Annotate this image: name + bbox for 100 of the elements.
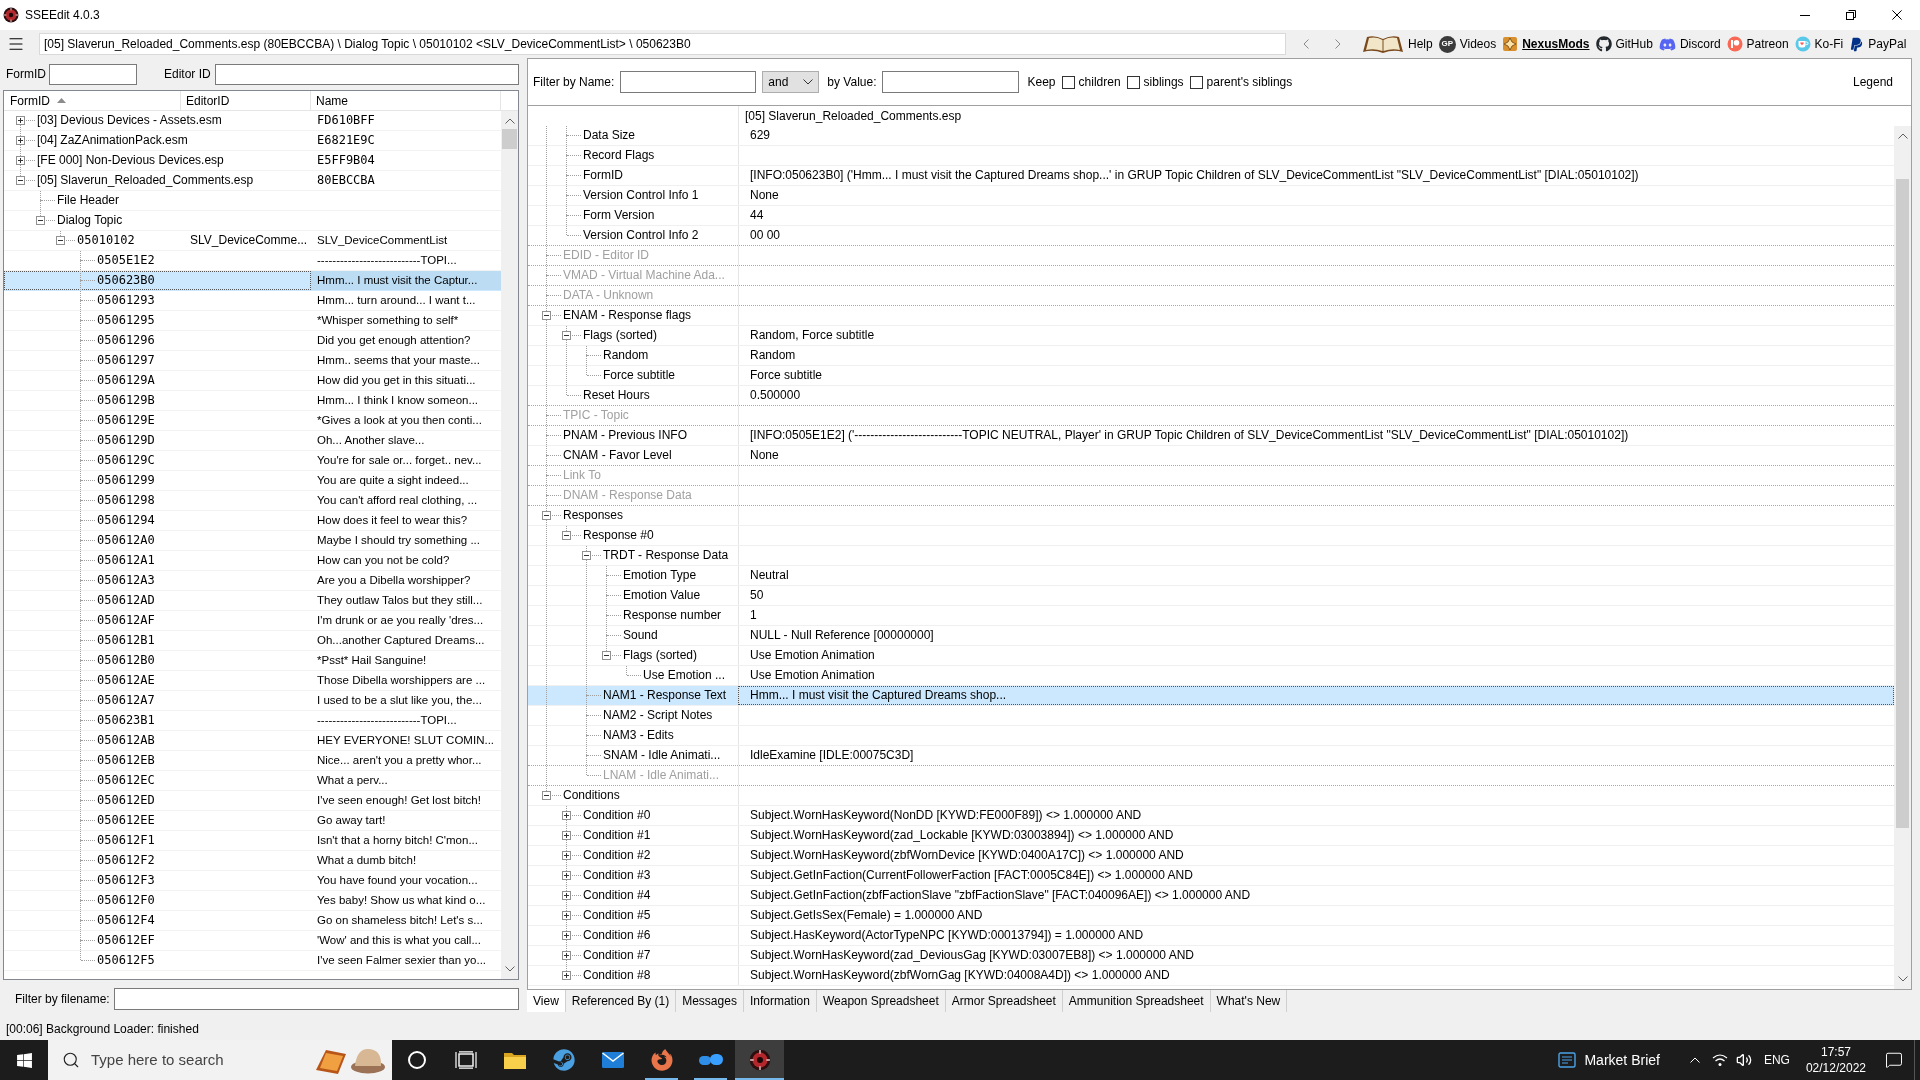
tree-row[interactable]: 05061298 You can't afford real clothing, ... [4, 491, 501, 511]
record-row[interactable]: Condition #8 Subject.WornHasKeyword(zbfWornGag [KYWD:04008A4D]) <> 1.000000 AND [528, 966, 1894, 986]
record-row[interactable]: Condition #7 Subject.WornHasKeyword(zad_DeviousGag [KYWD:03007EB8]) <> 1.000000 AND [528, 946, 1894, 966]
taskbar-app[interactable] [735, 1040, 784, 1080]
record-row[interactable]: FormID [INFO:050623B0] ('Hmm... I must visit the Captured Dreams shop...' in GRUP Topic Children of SLV_DeviceCommentList "SLV_DeviceCommentList" [DIAL:05010102]) [528, 166, 1894, 186]
collapse-icon[interactable] [602, 651, 611, 660]
tree-row[interactable]: 050612F2 What a dumb bitch! [4, 851, 501, 871]
column-header[interactable]: EditorID [181, 91, 311, 110]
expand-icon[interactable] [562, 851, 571, 860]
collapse-icon[interactable] [582, 551, 591, 560]
record-row[interactable]: Flags (sorted) Use Emotion Animation [528, 646, 1894, 666]
checkbox-label[interactable]: children [1078, 73, 1121, 91]
tree-row[interactable]: 050612AF I'm drunk or ae you really 'dres... [4, 611, 501, 631]
tree-row[interactable]: 050612F0 Yes baby! Show us what kind o... [4, 891, 501, 911]
tree-row[interactable]: 050612A3 Are you a Dibella worshipper? [4, 571, 501, 591]
record-row[interactable]: Random Random [528, 346, 1894, 366]
input-field[interactable] [620, 71, 757, 93]
expand-icon[interactable] [16, 156, 25, 165]
tree-row[interactable]: 050612EE Go away tart! [4, 811, 501, 831]
tree-row[interactable]: 05010102 SLV_DeviceComme... SLV_DeviceCommentList [4, 231, 501, 251]
tree-row[interactable]: 050612EB Nice... aren't you a pretty whor... [4, 751, 501, 771]
expand-icon[interactable] [562, 931, 571, 940]
record-row[interactable]: PNAM - Previous INFO [INFO:0505E1E2] ('---------------------------TOPIC NEUTRAL, Player' in GRUP Topic Children of SLV_DeviceCommentList "SLV_DeviceCommentList" [DIAL:05010102]) [528, 426, 1894, 446]
language-indicator[interactable]: ENG [1755, 1040, 1798, 1080]
input-field[interactable] [881, 71, 1019, 93]
collapse-icon[interactable] [542, 791, 551, 800]
tree-row[interactable]: 0506129E *Gives a look at you then conti... [4, 411, 501, 431]
legend-button[interactable]: Legend [1852, 73, 1893, 91]
tree-row[interactable]: 05061297 Hmm.. seems that your maste... [4, 351, 501, 371]
expand-icon[interactable] [562, 911, 571, 920]
expand-icon[interactable] [562, 971, 571, 980]
tree-row[interactable]: 0506129D Oh... Another slave... [4, 431, 501, 451]
tree-row[interactable]: 050612A0 Maybe I should try something ... [4, 531, 501, 551]
collapse-icon[interactable] [36, 216, 45, 225]
input-field[interactable] [113, 988, 519, 1010]
collapse-icon[interactable] [56, 236, 65, 245]
tree-row[interactable]: Dialog Topic [4, 211, 501, 231]
tree-row[interactable]: 050612F1 Isn't that a horny bitch! C'mon... [4, 831, 501, 851]
toolbar-link[interactable]: NexusMods [1502, 35, 1590, 53]
expand-icon[interactable] [562, 891, 571, 900]
tree-row[interactable]: 050612F5 I've seen Falmer sexier than yo... [4, 951, 501, 971]
tree-row[interactable]: 050612F3 You have found your vocation... [4, 871, 501, 891]
tree-row[interactable]: 050612A1 How can you not be cold? [4, 551, 501, 571]
toolbar-link[interactable]: Help [1362, 34, 1433, 54]
tree-row[interactable]: 050612ED I've seen enough! Get lost bitch! [4, 791, 501, 811]
checkbox-label[interactable]: parent's siblings [1206, 73, 1293, 91]
search-field[interactable]: Type here to search [48, 1040, 392, 1080]
checkbox[interactable] [1126, 75, 1140, 89]
record-row[interactable]: CNAM - Favor Level None [528, 446, 1894, 466]
record-row[interactable]: Condition #1 Subject.WornHasKeyword(zad_Lockable [KYWD:03003894]) <> 1.000000 AND [528, 826, 1894, 846]
expand-icon[interactable] [562, 811, 571, 820]
expand-icon[interactable] [562, 951, 571, 960]
tree-row[interactable]: 05061299 You are quite a sight indeed... [4, 471, 501, 491]
column-header[interactable]: FormID [4, 91, 181, 110]
record-row[interactable]: Condition #2 Subject.WornHasKeyword(zbfWornDevice [KYWD:0400A17C]) <> 1.000000 AND [528, 846, 1894, 866]
tree-row[interactable]: [FE 000] Non-Devious Devices.esp E5FF9B04 [4, 151, 501, 171]
tree-row[interactable]: [04] ZaZAnimationPack.esm E6821E9C [4, 131, 501, 151]
record-row[interactable]: Data Size 629 [528, 126, 1894, 146]
tree-row[interactable]: 05061296 Did you get enough attention? [4, 331, 501, 351]
expand-icon[interactable] [16, 136, 25, 145]
tree-row[interactable]: 05061294 How does it feel to wear this? [4, 511, 501, 531]
record-row[interactable]: Reset Hours 0.500000 [528, 386, 1894, 406]
record-row[interactable]: ENAM - Response flags [528, 306, 1894, 326]
record-row[interactable]: Condition #6 Subject.HasKeyword(ActorTypeNPC [KYWD:00013794]) = 1.000000 AND [528, 926, 1894, 946]
tree-row[interactable]: [05] Slaverun_Reloaded_Comments.esp 80EBCCBA [4, 171, 501, 191]
record-row[interactable]: Emotion Value 50 [528, 586, 1894, 606]
record-row[interactable]: Sound NULL - Null Reference [00000000] [528, 626, 1894, 646]
column-header[interactable]: [05] Slaverun_Reloaded_Comments.esp [745, 106, 962, 126]
scrollbar-thumb[interactable] [1896, 179, 1909, 828]
tree-row[interactable]: 0506129C You're for sale or... forget.. nev... [4, 451, 501, 471]
record-row[interactable]: NAM3 - Edits [528, 726, 1894, 746]
tree-row[interactable]: 0506129B Hmm... I think I know someon... [4, 391, 501, 411]
record-row[interactable]: Response #0 [528, 526, 1894, 546]
tree-row[interactable]: 050623B1 ---------------------------TOPI... [4, 711, 501, 731]
collapse-icon[interactable] [16, 176, 25, 185]
scroll-up-icon[interactable] [1897, 133, 1908, 139]
record-row[interactable]: Version Control Info 2 00 00 [528, 226, 1894, 246]
tab[interactable]: View [527, 990, 566, 1012]
collapse-icon[interactable] [562, 331, 571, 340]
checkbox-label[interactable]: siblings [1143, 73, 1184, 91]
scrollbar-thumb[interactable] [502, 129, 517, 149]
tree-row[interactable]: 050612EC What a perv... [4, 771, 501, 791]
record-row[interactable]: Condition #5 Subject.GetIsSex(Female) = 1.000000 AND [528, 906, 1894, 926]
operator-dropdown[interactable]: and [762, 71, 820, 93]
checkbox[interactable] [1189, 75, 1203, 89]
tree-row[interactable]: 050623B0 Hmm... I must visit the Captur... [4, 271, 501, 291]
toolbar-link[interactable]: Ko-Fi [1794, 35, 1844, 53]
tree-row[interactable]: 050612A7 I used to be a slut like you, the... [4, 691, 501, 711]
tree-row[interactable]: 050612AD They outlaw Talos but they still... [4, 591, 501, 611]
collapse-icon[interactable] [562, 531, 571, 540]
column-header[interactable]: Name [311, 91, 501, 110]
record-row[interactable]: Record Flags [528, 146, 1894, 166]
expand-icon[interactable] [562, 871, 571, 880]
expand-icon[interactable] [16, 116, 25, 125]
path-field[interactable]: [05] Slaverun_Reloaded_Comments.esp (80EBCCBA) \ Dialog Topic \ 05010102 <SLV_DeviceCommentList> \ 050623B0 [39, 33, 1286, 55]
input-field[interactable] [49, 63, 137, 85]
tree-row[interactable]: 050612EF 'Wow' and this is what you call... [4, 931, 501, 951]
record-row[interactable]: Form Version 44 [528, 206, 1894, 226]
record-row[interactable]: Response number 1 [528, 606, 1894, 626]
checkbox[interactable] [1061, 75, 1075, 89]
